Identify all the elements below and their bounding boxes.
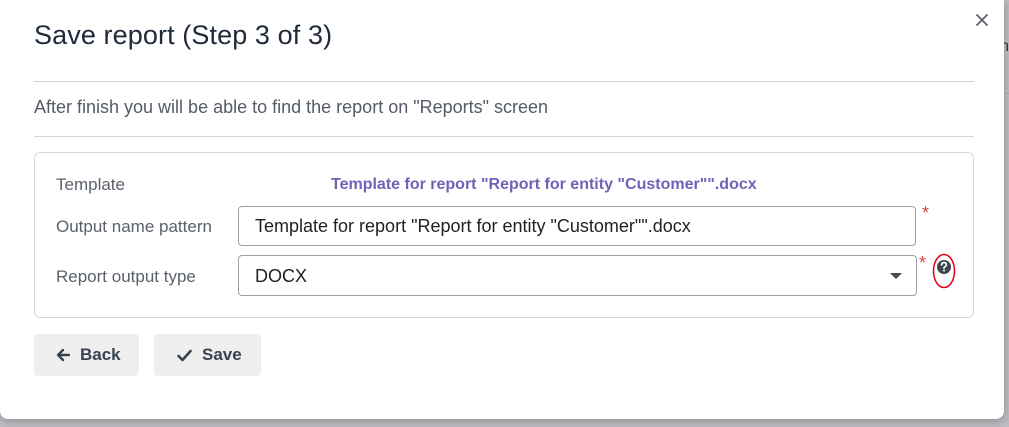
output-type-select[interactable]: DOCX	[238, 255, 917, 296]
chevron-down-icon	[890, 273, 902, 279]
output-type-selected-value: DOCX	[255, 266, 308, 286]
check-icon	[177, 349, 192, 361]
dialog-subtitle: After finish you will be able to find th…	[34, 97, 549, 117]
required-marker: *	[919, 253, 927, 273]
save-button[interactable]: Save	[154, 334, 261, 376]
close-button[interactable]	[970, 8, 994, 32]
save-button-label: Save	[202, 345, 242, 364]
help-button[interactable]	[932, 253, 956, 289]
back-button-label: Back	[80, 345, 121, 364]
question-circle-icon	[932, 253, 956, 289]
template-file-link[interactable]: Template for report "Report for entity "…	[331, 176, 757, 194]
save-report-dialog: Save report (Step 3 of 3) After finish y…	[0, 0, 1004, 419]
required-marker: *	[922, 203, 930, 223]
output-type-label: Report output type	[56, 267, 196, 286]
output-name-input[interactable]	[238, 206, 916, 246]
dialog-title: Save report (Step 3 of 3)	[34, 20, 333, 50]
template-label: Template	[56, 175, 125, 194]
close-icon	[976, 14, 988, 26]
output-name-label: Output name pattern	[56, 217, 212, 236]
arrow-left-icon	[56, 348, 70, 362]
title-divider	[34, 81, 974, 82]
back-button[interactable]: Back	[34, 334, 139, 376]
subtitle-divider	[34, 136, 974, 137]
report-settings-panel: Template Template for report "Report for…	[34, 152, 974, 318]
